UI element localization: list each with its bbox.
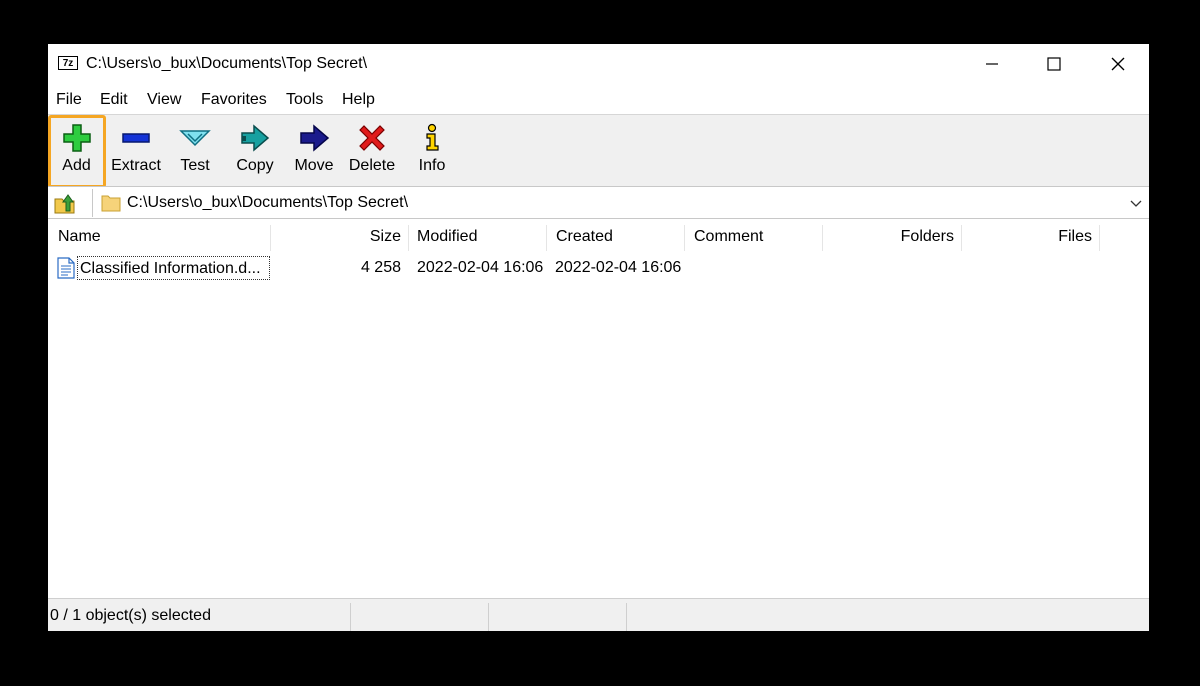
menu-bar: File Edit View Favorites Tools Help	[48, 84, 1149, 114]
column-files[interactable]: Files	[961, 221, 1092, 253]
toolbar: Add Extract Test Copy Move Delete Info	[48, 114, 1149, 188]
app-logo-icon: 7z	[58, 56, 78, 70]
minimize-icon	[986, 63, 998, 65]
column-name[interactable]: Name	[58, 221, 101, 253]
maximize-icon	[1047, 57, 1061, 71]
status-bar: 0 / 1 object(s) selected	[48, 598, 1149, 631]
test-label: Test	[180, 157, 210, 174]
move-label: Move	[294, 157, 334, 174]
file-files	[961, 255, 1092, 281]
column-comment[interactable]: Comment	[694, 221, 763, 253]
status-divider	[626, 603, 627, 631]
menu-view[interactable]: View	[147, 91, 181, 109]
column-folders[interactable]: Folders	[822, 221, 954, 253]
chevron-down-icon[interactable]	[1130, 198, 1142, 208]
copy-arrow-icon	[241, 124, 270, 152]
delete-x-icon	[359, 125, 385, 151]
address-path: C:\Users\o_bux\Documents\Top Secret\	[127, 194, 409, 211]
extract-label: Extract	[111, 157, 161, 174]
copy-label: Copy	[236, 157, 274, 174]
test-check-icon	[179, 130, 211, 147]
add-label: Add	[62, 157, 91, 174]
column-modified[interactable]: Modified	[417, 221, 477, 253]
close-button[interactable]	[1088, 44, 1148, 84]
minimize-button[interactable]	[962, 44, 1022, 84]
info-icon	[426, 123, 439, 151]
folder-up-icon	[54, 194, 75, 214]
document-file-icon	[57, 257, 75, 279]
file-folders	[822, 255, 954, 281]
info-button[interactable]: Info	[410, 115, 454, 187]
file-list-header: Name Size Modified Created Comment Folde…	[48, 221, 1149, 253]
file-modified: 2022-02-04 16:06	[417, 259, 544, 276]
file-row[interactable]: Classified Information.d... 4 258 2022-0…	[48, 255, 1149, 281]
title-bar[interactable]: 7z C:\Users\o_bux\Documents\Top Secret\	[48, 44, 1149, 84]
column-created[interactable]: Created	[556, 221, 613, 253]
menu-help[interactable]: Help	[342, 91, 375, 109]
file-created: 2022-02-04 16:06	[555, 259, 682, 276]
add-button[interactable]: Add	[48, 115, 106, 188]
column-divider[interactable]	[408, 225, 409, 251]
status-divider	[350, 603, 351, 631]
column-size[interactable]: Size	[270, 221, 401, 253]
move-button[interactable]: Move	[288, 115, 340, 187]
menu-edit[interactable]: Edit	[100, 91, 128, 109]
extract-button[interactable]: Extract	[108, 115, 164, 187]
file-name[interactable]: Classified Information.d...	[77, 256, 270, 280]
copy-button[interactable]: Copy	[230, 115, 280, 187]
folder-icon	[101, 195, 121, 212]
selection-status: 0 / 1 object(s) selected	[50, 607, 211, 624]
column-divider[interactable]	[546, 225, 547, 251]
extract-minus-icon	[122, 133, 150, 143]
column-divider[interactable]	[684, 225, 685, 251]
app-window: 7z C:\Users\o_bux\Documents\Top Secret\ …	[48, 44, 1149, 631]
menu-favorites[interactable]: Favorites	[201, 91, 267, 109]
delete-button[interactable]: Delete	[346, 115, 398, 187]
file-size: 4 258	[360, 259, 401, 276]
status-divider	[488, 603, 489, 631]
delete-label: Delete	[348, 157, 396, 174]
info-label: Info	[418, 157, 446, 174]
window-title: C:\Users\o_bux\Documents\Top Secret\	[86, 55, 368, 72]
menu-file[interactable]: File	[56, 91, 82, 109]
test-button[interactable]: Test	[170, 115, 220, 187]
address-bar: C:\Users\o_bux\Documents\Top Secret\	[48, 186, 1149, 219]
add-plus-icon	[62, 124, 91, 152]
close-icon	[1111, 57, 1125, 71]
maximize-button[interactable]	[1024, 44, 1084, 84]
address-field[interactable]: C:\Users\o_bux\Documents\Top Secret\	[92, 189, 1148, 217]
move-arrow-icon	[300, 124, 330, 152]
go-up-button[interactable]	[52, 191, 78, 215]
column-divider[interactable]	[1099, 225, 1100, 251]
menu-tools[interactable]: Tools	[286, 91, 323, 109]
